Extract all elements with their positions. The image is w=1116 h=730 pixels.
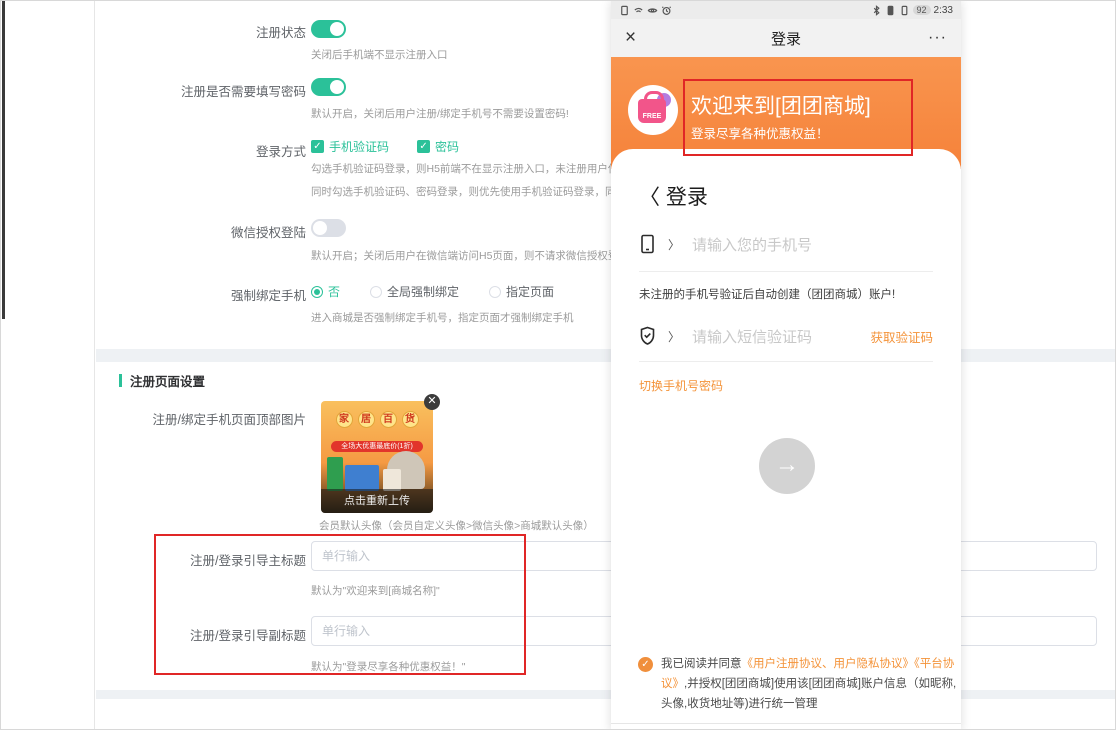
get-code-button[interactable]: 获取验证码 bbox=[870, 327, 933, 346]
main-title-label: 注册/登录引导主标题 bbox=[101, 550, 306, 569]
top-image-label: 注册/绑定手机页面顶部图片 bbox=[101, 409, 306, 428]
register-status-label: 注册状态 bbox=[101, 22, 306, 41]
checkbox-password[interactable]: ✓ 密码 bbox=[417, 138, 459, 155]
alarm-icon bbox=[661, 5, 672, 16]
wechat-auth-label: 微信授权登陆 bbox=[101, 222, 306, 241]
main-title-tip: 默认为"欢迎来到[商城名称]" bbox=[311, 583, 440, 598]
divider bbox=[639, 271, 933, 272]
phone-placeholder: 请输入您的手机号 bbox=[692, 234, 812, 255]
bluetooth-icon bbox=[871, 5, 882, 16]
submit-arrow-button[interactable]: → bbox=[759, 438, 815, 494]
sms-code-field[interactable]: 〉 请输入短信验证码 获取验证码 bbox=[639, 321, 933, 351]
smartphone-icon bbox=[639, 234, 656, 254]
need-password-tip: 默认开启，关闭后用户注册/绑定手机号不需要设置密码! bbox=[311, 106, 569, 121]
section-gap-bottom bbox=[96, 690, 1116, 699]
chevron-right-icon: 〉 bbox=[668, 236, 680, 253]
wechat-auth-tip: 默认开启；关闭后用户在微信端访问H5页面，则不请求微信授权登录，规则 bbox=[311, 248, 660, 263]
promo-badge-circles: 家 居 百 货 bbox=[321, 411, 433, 428]
force-bind-tip: 进入商城是否强制绑定手机号，指定页面才强制绑定手机 bbox=[311, 310, 574, 325]
divider bbox=[639, 361, 933, 362]
shop-avatar: FREE bbox=[628, 85, 678, 135]
radio-specified-page[interactable]: 指定页面 bbox=[489, 283, 554, 300]
checkbox-check-icon: ✓ bbox=[417, 140, 430, 153]
login-method-label: 登录方式 bbox=[101, 141, 306, 160]
promo-product-box bbox=[383, 469, 401, 491]
uploaded-promo-image: 家 居 百 货 全场大优惠最底价(1折) 点击重新上传 bbox=[321, 401, 433, 513]
shield-check-icon bbox=[639, 326, 656, 346]
need-password-toggle[interactable] bbox=[311, 78, 346, 96]
sidebar-scrollbar[interactable] bbox=[2, 1, 5, 319]
phone-number-field[interactable]: 〉 请输入您的手机号 bbox=[639, 229, 933, 259]
nav-title: 登录 bbox=[611, 28, 961, 49]
switch-login-link[interactable]: 切换手机号密码 bbox=[639, 377, 723, 394]
sub-title-label: 注册/登录引导副标题 bbox=[101, 625, 306, 644]
avatar-caption: 会员默认头像（会员自定义头像>微信头像>商城默认头像） bbox=[319, 518, 594, 533]
register-section-header: 注册页面设置 bbox=[119, 371, 205, 390]
battery-icon bbox=[885, 5, 896, 16]
battery-percent-badge: 92 bbox=[913, 5, 931, 15]
radio-global-force[interactable]: 全局强制绑定 bbox=[370, 283, 459, 300]
checkbox-check-icon: ✓ bbox=[311, 140, 324, 153]
phone-status-bar: 92 2:33 bbox=[611, 1, 961, 19]
register-status-toggle[interactable] bbox=[311, 20, 346, 38]
phone-mode-icon bbox=[899, 5, 910, 16]
wechat-auth-toggle[interactable] bbox=[311, 219, 346, 237]
section-gap bbox=[96, 349, 1116, 362]
sub-title-tip: 默认为"登录尽享各种优惠权益！" bbox=[311, 659, 465, 674]
remove-image-icon[interactable]: ✕ bbox=[424, 394, 440, 410]
banner-subtitle: 登录尽享各种优惠权益！ bbox=[691, 123, 829, 142]
section-accent-bar bbox=[119, 374, 122, 387]
radio-no[interactable]: 否 bbox=[311, 283, 340, 300]
reupload-overlay[interactable]: 点击重新上传 bbox=[321, 489, 433, 513]
top-image-uploader[interactable]: 家 居 百 货 全场大优惠最底价(1折) 点击重新上传 ✕ bbox=[321, 401, 433, 513]
divider bbox=[611, 723, 961, 724]
agreement-check-icon[interactable]: ✓ bbox=[638, 657, 653, 672]
sidebar bbox=[1, 1, 95, 730]
sms-placeholder: 请输入短信验证码 bbox=[692, 326, 812, 347]
login-heading: 〈 登录 bbox=[639, 181, 708, 211]
auto-create-note: 未注册的手机号验证后自动创建（团团商城）账户! bbox=[639, 286, 895, 302]
need-password-label: 注册是否需要填写密码 bbox=[101, 81, 306, 100]
phone-preview: 92 2:33 登录 × ··· FREE 欢迎来到[团团商城] 登录尽享各种优… bbox=[611, 1, 961, 730]
wifi-icon bbox=[633, 5, 644, 16]
agreement-text: 我已阅读并同意《用户注册协议、用户隐私协议》《平台协议》,并授权[团团商城]使用… bbox=[661, 654, 957, 714]
login-card: 〈 登录 〉 请输入您的手机号 未注册的手机号验证后自动创建（团团商城）账户! … bbox=[611, 149, 961, 730]
shopping-bag-icon: FREE bbox=[638, 99, 666, 123]
checkbox-sms-code[interactable]: ✓ 手机验证码 bbox=[311, 138, 389, 155]
chevron-right-icon: 〉 bbox=[668, 328, 680, 345]
status-time: 2:33 bbox=[934, 5, 953, 16]
eye-icon bbox=[647, 5, 658, 16]
page: 注册状态 关闭后手机端不显示注册入口 注册是否需要填写密码 默认开启，关闭后用户… bbox=[0, 0, 1116, 730]
promo-product-stack bbox=[345, 465, 379, 491]
force-bind-label: 强制绑定手机 bbox=[101, 285, 306, 304]
promo-product-bottle bbox=[327, 457, 343, 491]
banner-title: 欢迎来到[团团商城] bbox=[691, 90, 871, 120]
phone-nav-bar: 登录 × ··· bbox=[611, 19, 961, 57]
register-status-tip: 关闭后手机端不显示注册入口 bbox=[311, 47, 448, 62]
sim-icon bbox=[619, 5, 630, 16]
